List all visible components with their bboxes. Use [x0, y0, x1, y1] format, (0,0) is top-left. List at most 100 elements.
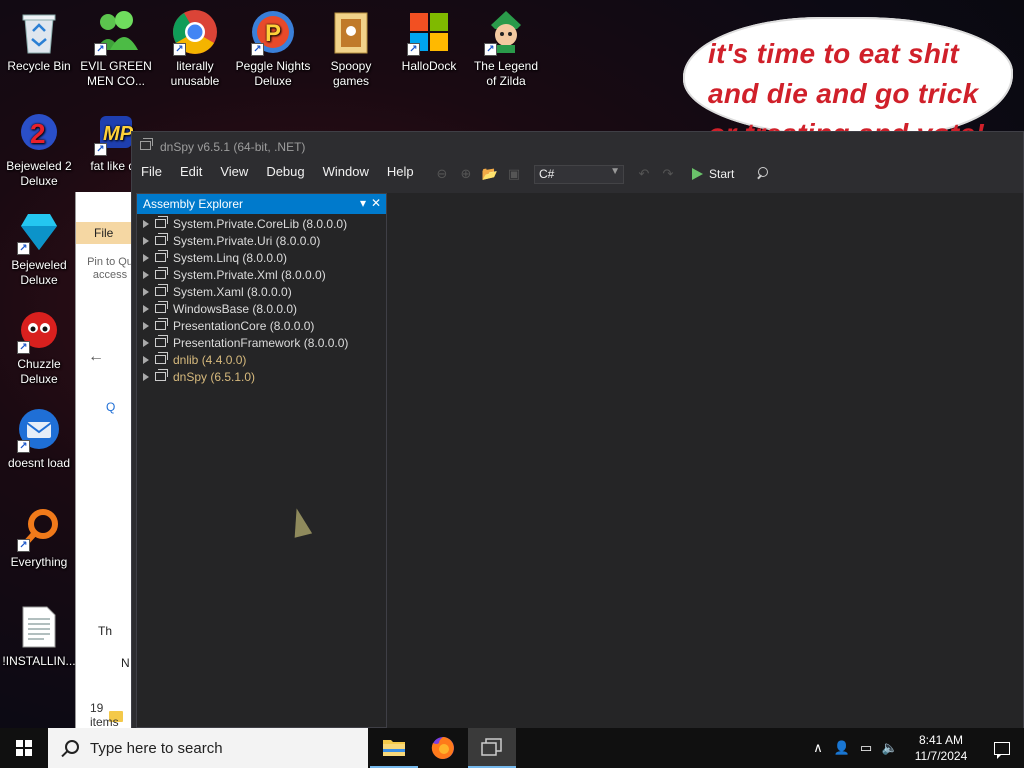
file-explorer-window[interactable]: File Pin to Qu access ← Q Th N 19 items: [75, 192, 135, 729]
network-icon[interactable]: ▭: [854, 740, 878, 756]
desktop-icon-legend-of-zilda[interactable]: ↗ The Legend of Zilda: [468, 8, 544, 89]
assembly-icon: [155, 318, 168, 330]
notification-icon: [994, 741, 1010, 759]
tree-item-assembly[interactable]: dnSpy (6.5.1.0): [137, 368, 386, 385]
close-icon[interactable]: ✕: [371, 196, 381, 210]
shortcut-arrow-icon: ↗: [94, 43, 107, 56]
shortcut-arrow-icon: ↗: [17, 539, 30, 552]
user-status-icon[interactable]: 👤: [830, 740, 854, 756]
dnspy-app-icon: [140, 138, 153, 150]
dnspy-app-icon: [481, 738, 502, 756]
desktop-icon-evil-green-men[interactable]: ↗ EVIL GREEN MEN CO...: [78, 8, 154, 89]
undo-icon[interactable]: ↶: [634, 164, 654, 184]
firefox-icon: [431, 737, 454, 759]
desktop-icon-label: Recycle Bin: [7, 59, 71, 73]
expand-arrow-icon[interactable]: [143, 253, 149, 262]
assembly-explorer-header[interactable]: Assembly Explorer ▾ ✕: [137, 194, 386, 214]
expand-arrow-icon[interactable]: [143, 270, 149, 279]
search-icon[interactable]: [754, 166, 770, 182]
desktop-icon-peggle-nights[interactable]: P ↗ Peggle Nights Deluxe: [235, 8, 311, 89]
svg-text:P: P: [265, 20, 281, 47]
tree-item-assembly[interactable]: dnlib (4.4.0.0): [137, 351, 386, 368]
desktop-icon-doesnt-load[interactable]: ↗ doesnt load: [1, 405, 77, 471]
menu-bar: File Edit View Debug Window Help: [132, 160, 423, 184]
pin-to-quick-access-button[interactable]: Pin to Qu access: [82, 256, 135, 282]
menu-help[interactable]: Help: [378, 160, 423, 184]
tree-item-assembly[interactable]: System.Linq (8.0.0.0): [137, 249, 386, 266]
back-arrow-icon[interactable]: ←: [88, 348, 104, 366]
desktop-icon-installing[interactable]: !INSTALLIN...: [1, 603, 77, 669]
redo-icon[interactable]: ↷: [658, 164, 678, 184]
tree-item-assembly[interactable]: PresentationCore (8.0.0.0): [137, 317, 386, 334]
document-area[interactable]: [387, 193, 1023, 728]
desktop-icon-label: Chuzzle Deluxe: [17, 357, 61, 386]
expand-arrow-icon[interactable]: [143, 287, 149, 296]
desktop-icon-label: Spoopy games: [330, 59, 372, 88]
desktop-icon-label: literally unusable: [170, 59, 220, 88]
menu-window[interactable]: Window: [314, 160, 378, 184]
quick-access-nav[interactable]: Q: [106, 400, 115, 414]
nav-back-icon[interactable]: ⊖: [432, 164, 452, 184]
tree-item-assembly[interactable]: System.Private.CoreLib (8.0.0.0): [137, 215, 386, 232]
nav-forward-icon[interactable]: ⊕: [456, 164, 476, 184]
taskbar-file-explorer[interactable]: [370, 728, 418, 768]
desktop-icon-chuzzle[interactable]: ↗ Chuzzle Deluxe: [1, 306, 77, 387]
desktop-icon-hallodock[interactable]: ↗ HalloDock: [391, 8, 467, 74]
network-nav[interactable]: N: [121, 656, 130, 670]
clock-date: 11/7/2024: [914, 749, 968, 763]
assembly-explorer-pane[interactable]: Assembly Explorer ▾ ✕ System.Private.Cor…: [136, 193, 387, 728]
desktop-icon-recycle-bin[interactable]: Recycle Bin: [1, 8, 77, 74]
tree-item-assembly[interactable]: System.Private.Uri (8.0.0.0): [137, 232, 386, 249]
expand-arrow-icon[interactable]: [143, 236, 149, 245]
tree-item-assembly[interactable]: PresentationFramework (8.0.0.0): [137, 334, 386, 351]
menu-file[interactable]: File: [132, 160, 171, 184]
explorer-status-bar: 19 items: [90, 701, 119, 729]
expand-arrow-icon[interactable]: [143, 355, 149, 364]
taskbar-search-box[interactable]: Type here to search: [48, 728, 368, 768]
expand-arrow-icon[interactable]: [143, 321, 149, 330]
this-pc-nav[interactable]: Th: [98, 624, 112, 638]
show-hidden-icons-chevron-icon[interactable]: ∧: [806, 740, 830, 756]
taskbar-firefox[interactable]: [419, 728, 467, 768]
assembly-icon: [155, 352, 168, 364]
desktop-icon-literally-unusable[interactable]: ↗ literally unusable: [157, 8, 233, 89]
explorer-ribbon-tab[interactable]: File: [76, 222, 135, 244]
clock-time: 8:41 AM: [918, 733, 964, 747]
volume-icon[interactable]: 🔈: [878, 740, 902, 756]
start-debugging-button[interactable]: Start: [692, 167, 734, 181]
menu-debug[interactable]: Debug: [257, 160, 313, 184]
start-button[interactable]: [0, 728, 48, 768]
pane-dropdown-icon[interactable]: ▾: [360, 196, 366, 210]
expand-arrow-icon[interactable]: [143, 304, 149, 313]
window-title: dnSpy v6.5.1 (64-bit, .NET): [160, 140, 306, 154]
taskbar-dnspy[interactable]: [468, 728, 516, 768]
clock[interactable]: 8:41 AM 11/7/2024: [902, 732, 980, 764]
shortcut-arrow-icon: ↗: [17, 440, 30, 453]
desktop-icon-label: EVIL GREEN MEN CO...: [80, 59, 152, 88]
menu-edit[interactable]: Edit: [171, 160, 211, 184]
expand-arrow-icon[interactable]: [143, 372, 149, 381]
desktop-icon-bejeweled-2[interactable]: 2 Bejeweled 2 Deluxe: [1, 108, 77, 189]
tree-item-assembly[interactable]: WindowsBase (8.0.0.0): [137, 300, 386, 317]
desktop-icon-spoopy-games[interactable]: Spoopy games: [313, 8, 389, 89]
file-tab[interactable]: File: [94, 226, 113, 240]
chevron-down-icon: ▼: [610, 165, 620, 177]
text-document-icon: [15, 603, 63, 651]
thunderbird-icon: ↗: [15, 405, 63, 453]
dnspy-window[interactable]: dnSpy v6.5.1 (64-bit, .NET) File Edit Vi…: [131, 131, 1024, 729]
search-placeholder: Type here to search: [90, 739, 223, 757]
notification-center-button[interactable]: [980, 728, 1024, 768]
menu-view[interactable]: View: [211, 160, 257, 184]
desktop-icon-bejeweled[interactable]: ↗ Bejeweled Deluxe: [1, 207, 77, 288]
desktop-icon-everything[interactable]: ↗ Everything: [1, 504, 77, 570]
expand-arrow-icon[interactable]: [143, 338, 149, 347]
svg-text:MP: MP: [103, 123, 134, 145]
expand-arrow-icon[interactable]: [143, 219, 149, 228]
open-file-icon[interactable]: 📂: [480, 164, 500, 184]
tree-item-assembly[interactable]: System.Xaml (8.0.0.0): [137, 283, 386, 300]
save-icon[interactable]: ▣: [504, 164, 524, 184]
language-select[interactable]: C# ▼: [534, 164, 624, 184]
window-titlebar[interactable]: dnSpy v6.5.1 (64-bit, .NET): [132, 132, 1023, 160]
everything-search-icon: ↗: [15, 504, 63, 552]
tree-item-assembly[interactable]: System.Private.Xml (8.0.0.0): [137, 266, 386, 283]
